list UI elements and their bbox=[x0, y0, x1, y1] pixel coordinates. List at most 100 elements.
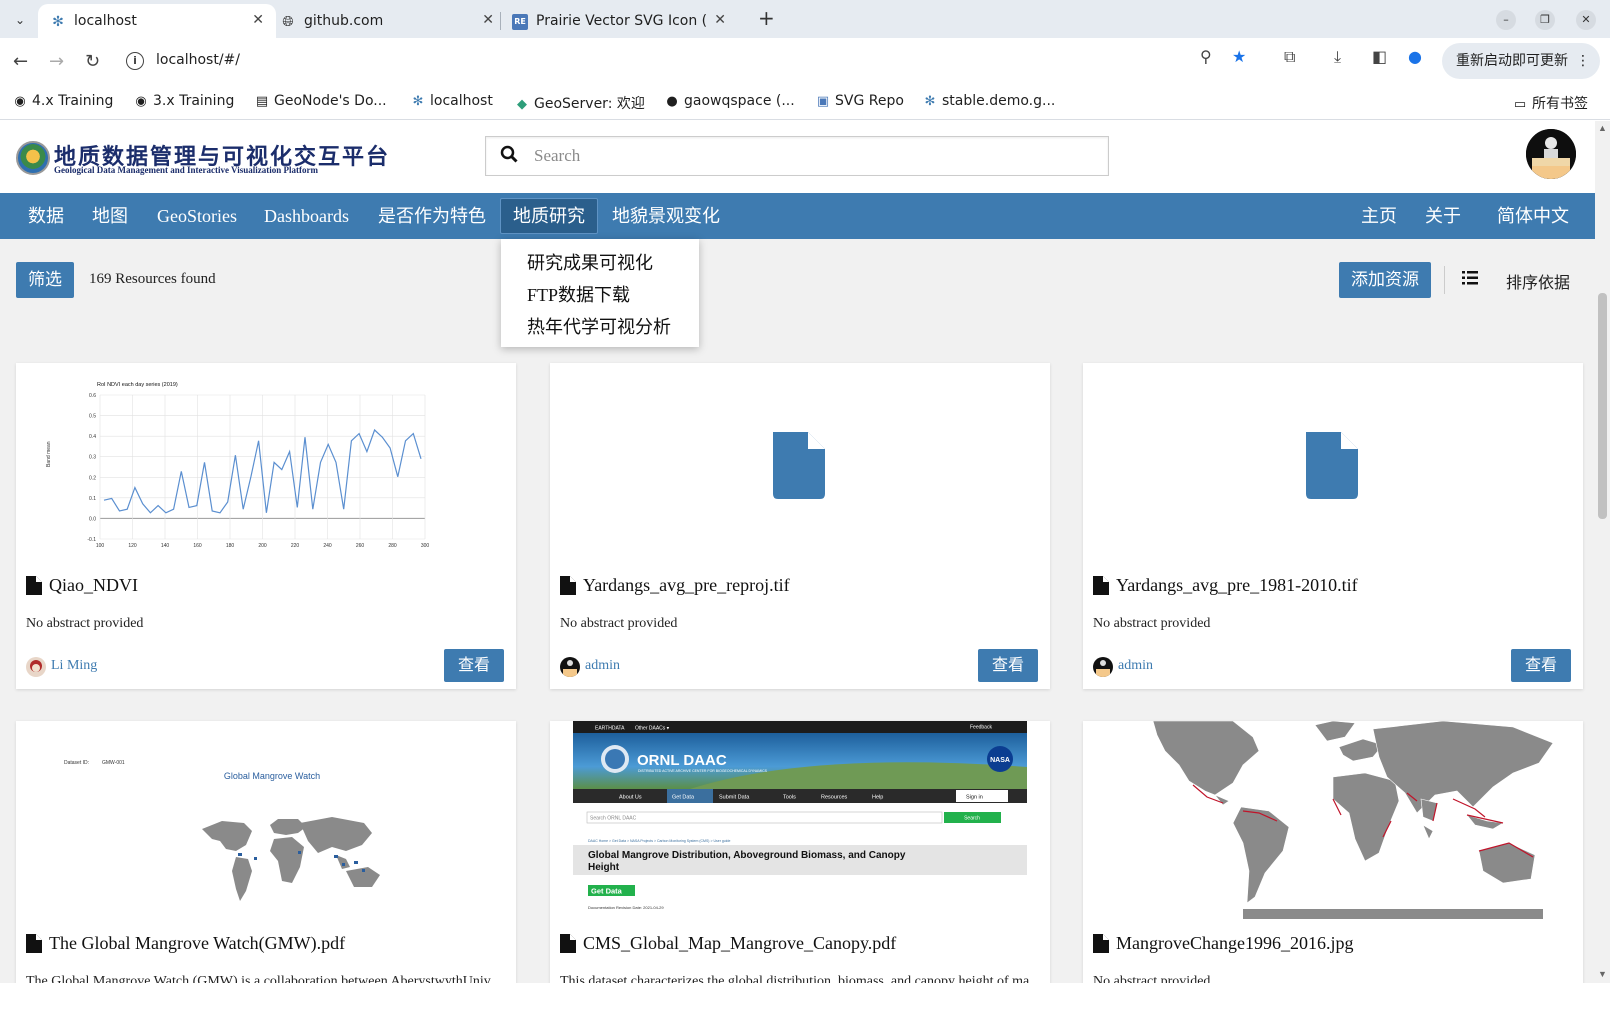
reload-icon[interactable]: ↻ bbox=[85, 51, 100, 72]
dropdown-item-thermochronology[interactable]: 热年代学可视分析 bbox=[527, 313, 671, 339]
minimize-icon[interactable]: – bbox=[1496, 10, 1516, 30]
all-bookmarks[interactable]: ▭ 所有书签 bbox=[1512, 93, 1588, 113]
card-thumbnail-placeholder[interactable] bbox=[1083, 363, 1583, 561]
menu-featured[interactable]: 是否作为特色 bbox=[378, 193, 486, 239]
scroll-down-arrow-icon[interactable]: ▼ bbox=[1598, 969, 1607, 979]
bookmark-star-icon[interactable]: ★ bbox=[1232, 47, 1246, 66]
menu-home[interactable]: 主页 bbox=[1361, 193, 1397, 239]
globe-icon: 🌐︎ bbox=[282, 14, 294, 30]
ndvi-ytick-label: 0.6 bbox=[89, 393, 96, 399]
ornl-topbar-mid: Other DAACs ▾ bbox=[635, 726, 670, 732]
view-button[interactable]: 查看 bbox=[1511, 649, 1571, 682]
dropdown-item-ftp-download[interactable]: FTP数据下载 bbox=[527, 281, 630, 307]
owner-name[interactable]: admin bbox=[585, 658, 620, 674]
card-title[interactable]: The Global Mangrove Watch(GMW).pdf bbox=[49, 933, 345, 954]
search-bar[interactable] bbox=[485, 136, 1109, 176]
view-button[interactable]: 查看 bbox=[978, 649, 1038, 682]
card-thumbnail-world-map[interactable] bbox=[1083, 721, 1583, 919]
view-button[interactable]: 查看 bbox=[444, 649, 504, 682]
bookmark-geonode-docs[interactable]: ▤ GeoNode's Do... bbox=[254, 93, 387, 109]
card-title[interactable]: MangroveChange1996_2016.jpg bbox=[1116, 933, 1353, 954]
resource-card[interactable]: Yardangs_avg_pre_1981-2010.tif No abstra… bbox=[1083, 363, 1583, 689]
bookmark-localhost[interactable]: ✻ localhost bbox=[410, 93, 493, 109]
page-scrollbar[interactable]: ▲ ▼ bbox=[1595, 121, 1610, 983]
resource-card[interactable]: Dataset ID: GMW-001 Global Mangrove Watc… bbox=[16, 721, 516, 983]
ndvi-xtick-label: 100 bbox=[96, 543, 105, 549]
card-abstract: No abstract provided bbox=[1093, 616, 1211, 631]
menu-geo-research[interactable]: 地质研究 bbox=[500, 198, 598, 234]
ndvi-ytick-label: 0.0 bbox=[89, 516, 96, 522]
sort-dropdown[interactable]: 排序依据 bbox=[1506, 269, 1570, 293]
tab-svgrepo[interactable]: RE Prairie Vector SVG Icon ( ✕ bbox=[500, 4, 738, 38]
resource-card[interactable]: RoI NDVI each day series (2019) Band mea… bbox=[16, 363, 516, 689]
ndvi-chart-yticks: 0.60.50.40.30.20.10.0-0.1 bbox=[87, 393, 96, 543]
search-input[interactable] bbox=[534, 137, 1094, 175]
list-view-icon[interactable] bbox=[1462, 271, 1478, 285]
card-title[interactable]: Yardangs_avg_pre_1981-2010.tif bbox=[1116, 575, 1358, 596]
zoom-icon[interactable]: ⚲ bbox=[1200, 47, 1212, 66]
menu-dashboards[interactable]: Dashboards bbox=[264, 193, 349, 239]
close-icon[interactable]: ✕ bbox=[252, 12, 264, 28]
owner-name[interactable]: Li Ming bbox=[51, 658, 97, 674]
tab-github[interactable]: 🌐︎ github.com ✕ bbox=[268, 4, 506, 38]
geo-research-dropdown: 研究成果可视化 FTP数据下载 热年代学可视分析 bbox=[501, 239, 699, 347]
bookmark-geoserver[interactable]: ◆ GeoServer: 欢迎 bbox=[514, 93, 645, 113]
ornl-logo-sub: DISTRIBUTED ACTIVE ARCHIVE CENTER FOR BI… bbox=[638, 769, 768, 773]
window-bottom-strip bbox=[0, 983, 1610, 1023]
ornl-heading-1: Global Mangrove Distribution, Abovegroun… bbox=[588, 850, 906, 861]
bookmark-stable-demo[interactable]: ✻ stable.demo.g... bbox=[922, 93, 1056, 109]
more-vert-icon[interactable]: ⋮ bbox=[1576, 43, 1590, 79]
scroll-thumb[interactable] bbox=[1598, 293, 1607, 519]
globe-icon: ◉ bbox=[14, 94, 26, 109]
download-icon[interactable]: ⤓ bbox=[1334, 47, 1341, 67]
close-icon[interactable]: ✕ bbox=[714, 12, 726, 28]
ornl-signin: Sign in bbox=[966, 795, 983, 801]
menu-landscape-change[interactable]: 地貌景观变化 bbox=[612, 193, 720, 239]
side-panel-icon[interactable]: ◧ bbox=[1372, 47, 1387, 66]
address-bar[interactable]: i localhost/#/ bbox=[116, 43, 1216, 79]
extensions-icon[interactable]: ⧉ bbox=[1284, 47, 1295, 67]
card-title[interactable]: Yardangs_avg_pre_reproj.tif bbox=[583, 575, 790, 596]
close-icon[interactable]: ✕ bbox=[482, 12, 494, 28]
ornl-topbar-right: Feedback bbox=[970, 725, 992, 731]
card-title[interactable]: CMS_Global_Map_Mangrove_Canopy.pdf bbox=[583, 933, 896, 954]
card-abstract: This dataset characterizes the global di… bbox=[560, 974, 1040, 983]
add-resource-button[interactable]: 添加资源 bbox=[1339, 262, 1431, 298]
profile-icon[interactable]: ● bbox=[1408, 47, 1422, 66]
card-title[interactable]: Qiao_NDVI bbox=[49, 575, 138, 596]
tab-search-chevron-icon[interactable]: ⌄ bbox=[8, 8, 32, 32]
bookmark-svg-repo[interactable]: ▣ SVG Repo bbox=[815, 93, 904, 109]
card-thumbnail-placeholder[interactable] bbox=[550, 363, 1050, 561]
restore-icon[interactable]: ❐ bbox=[1535, 10, 1555, 30]
filter-button[interactable]: 筛选 bbox=[16, 262, 74, 298]
menu-data[interactable]: 数据 bbox=[28, 193, 64, 239]
bookmark-4x-training[interactable]: ◉ 4.x Training bbox=[12, 93, 113, 109]
new-tab-plus-icon[interactable]: + bbox=[758, 6, 775, 30]
menu-language[interactable]: 简体中文 bbox=[1497, 193, 1569, 239]
update-button[interactable]: 重新启动即可更新 ⋮ bbox=[1442, 43, 1600, 79]
bookmark-gaowqspace[interactable]: ● gaowqspace (... bbox=[664, 93, 794, 109]
menu-about[interactable]: 关于 bbox=[1425, 193, 1461, 239]
resource-card[interactable]: EARTHDATA Other DAACs ▾ Feedback ORNL DA… bbox=[550, 721, 1050, 983]
menu-maps[interactable]: 地图 bbox=[92, 193, 128, 239]
ndvi-xtick-label: 220 bbox=[291, 543, 300, 549]
owner-name[interactable]: admin bbox=[1118, 658, 1153, 674]
site-logo[interactable]: 地质数据管理与可视化交互平台 Geological Data Managemen… bbox=[16, 139, 391, 179]
back-arrow-icon[interactable]: ← bbox=[13, 51, 28, 72]
window-close-icon[interactable]: ✕ bbox=[1576, 10, 1596, 30]
url-text[interactable]: localhost/#/ bbox=[156, 52, 240, 68]
card-thumbnail-ndvi-chart[interactable]: RoI NDVI each day series (2019) Band mea… bbox=[16, 363, 516, 561]
tab-localhost[interactable]: ✻ localhost ✕ bbox=[38, 4, 276, 38]
dropdown-item-research-visualization[interactable]: 研究成果可视化 bbox=[527, 249, 653, 275]
card-thumbnail-ornl[interactable]: EARTHDATA Other DAACs ▾ Feedback ORNL DA… bbox=[550, 721, 1050, 919]
scroll-up-arrow-icon[interactable]: ▲ bbox=[1598, 123, 1607, 133]
resource-card[interactable]: Yardangs_avg_pre_reproj.tif No abstract … bbox=[550, 363, 1050, 689]
forward-arrow-icon[interactable]: → bbox=[49, 51, 64, 72]
site-info-icon[interactable]: i bbox=[126, 52, 144, 70]
bookmark-3x-training[interactable]: ◉ 3.x Training bbox=[133, 93, 234, 109]
resource-card[interactable]: MangroveChange1996_2016.jpg No abstract … bbox=[1083, 721, 1583, 983]
card-thumbnail-gmw[interactable]: Dataset ID: GMW-001 Global Mangrove Watc… bbox=[16, 721, 516, 919]
menu-geostories[interactable]: GeoStories bbox=[157, 193, 237, 239]
user-avatar[interactable] bbox=[1526, 129, 1576, 179]
ornl-nav-2: Submit Data bbox=[719, 795, 750, 801]
